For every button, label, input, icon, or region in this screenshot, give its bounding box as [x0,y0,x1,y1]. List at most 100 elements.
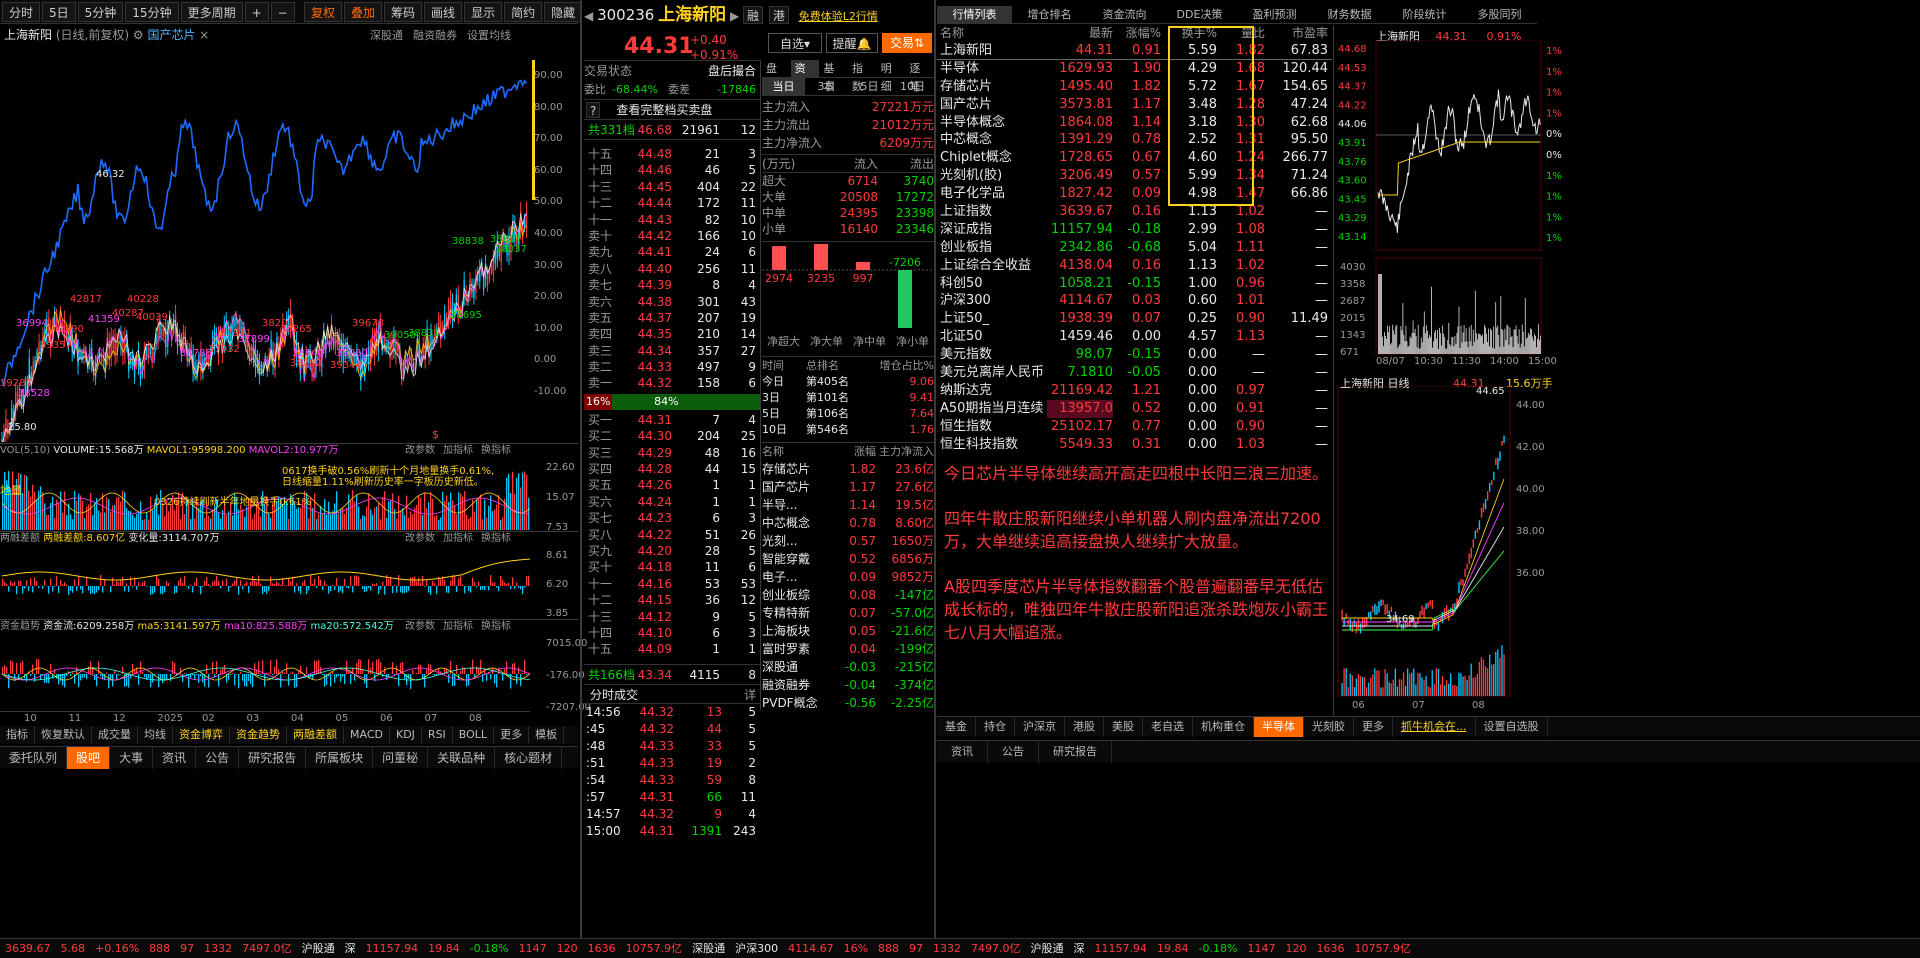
list-row[interactable]: 上海新阳 44.31 0.91 5.59 1.82 67.83 [937,42,1332,60]
group-tab-0[interactable]: 基金 [937,717,976,737]
sell-row[interactable]: 十二 44.44 172 11 [584,195,760,211]
indicator-tab-12[interactable]: 模板 [529,726,565,744]
sell-row[interactable]: 卖二 44.33 497 9 [584,359,760,375]
plus-icon[interactable]: + [244,2,269,22]
group-tab-8[interactable]: 光刻胶 [1304,717,1354,737]
sell-row[interactable]: 卖五 44.37 207 19 [584,310,760,326]
sell-row[interactable]: 十一 44.43 82 10 [584,212,760,228]
indicator-tab-6[interactable]: 两融差额 [287,726,344,744]
close-icon[interactable]: × [199,28,209,42]
next-stock-icon[interactable]: ▶ [730,9,739,23]
list-row[interactable]: 深证成指 11157.94 -0.18 2.99 1.08— [937,221,1332,239]
list-row[interactable]: 沪深300 4114.67 0.03 0.60 1.01— [937,292,1332,310]
fund-btn-2[interactable]: 换指标 [481,621,511,632]
list-tab-2[interactable]: 资金流向 [1087,6,1162,23]
list-head-c[interactable]: 市盈率 [1265,24,1332,42]
period-button-2[interactable]: 5分钟 [77,2,124,22]
flow-tab-0[interactable]: 盘口 [762,60,791,93]
indicator-tab-9[interactable]: RSI [422,726,453,744]
tool-button-3[interactable]: 画线 [424,2,463,22]
buy-row[interactable]: 十一 44.16 53 53 [584,576,760,592]
list-tab-3[interactable]: DDE决策 [1162,6,1237,23]
period-button-4[interactable]: 更多周期 [180,2,243,22]
list-head-c[interactable]: 最新 [1047,24,1113,42]
margin-btn-1[interactable]: 加指标 [443,533,473,544]
buy-row[interactable]: 买九 44.20 28 5 [584,543,760,559]
tool-button-6[interactable]: 隐藏 [544,2,583,22]
buy-row[interactable]: 买六 44.24 1 1 [584,494,760,510]
sell-row[interactable]: 十五 44.48 21 3 [584,146,760,162]
flow-day-0[interactable]: 当日 [762,78,805,95]
buy-row[interactable]: 买八 44.22 51 26 [584,527,760,543]
l2-link[interactable]: 免费体验L2行情 [799,10,878,23]
list-row[interactable]: 国产芯片 3573.81 1.17 3.48 1.28 47.24 [937,96,1332,114]
kline-chart[interactable]: 46.3242817 402284135940287400393699439357… [0,46,578,442]
sect-row[interactable]: 存储芯片 1.82 23.6亿 [762,460,934,478]
list-row[interactable]: 中芯概念 1391.29 0.78 2.52 1.31 95.50 [937,131,1332,149]
info-tab-8[interactable]: 关联品种 [428,747,496,769]
buy-row[interactable]: 买三 44.29 48 16 [584,445,760,461]
info-tab-4[interactable]: 公告 [196,747,240,769]
vol-btn-2[interactable]: 换指标 [481,445,511,456]
full-book-link[interactable]: 查看完整档买卖盘 [602,100,712,119]
list-row[interactable]: 光刻机(胶) 3206.49 0.57 5.99 1.34 71.24 [937,167,1332,185]
list-row[interactable]: 恒生科技指数 5549.33 0.31 0.00 1.03— [937,436,1332,454]
list-tab-4[interactable]: 盈利预测 [1237,6,1312,23]
sell-row[interactable]: 卖八 44.40 256 11 [584,261,760,277]
list-row[interactable]: 恒生指数 25102.17 0.77 0.00 0.90— [937,418,1332,436]
news-tab-2[interactable]: 研究报告 [1039,741,1112,763]
buy-row[interactable]: 买七 44.23 6 3 [584,510,760,526]
indicator-tab-0[interactable]: 指标 [0,726,35,744]
indicator-tab-1[interactable]: 恢复默认 [35,726,92,744]
list-tab-0[interactable]: 行情列表 [937,6,1012,23]
trade-button[interactable]: 交易⇅ [882,33,932,53]
minus-icon[interactable]: − [270,2,295,22]
vol-btn-0[interactable]: 改参数 [405,445,435,456]
period-button-3[interactable]: 15分钟 [125,2,179,22]
sect-row[interactable]: 国产芯片 1.17 27.6亿 [762,478,934,496]
info-tab-3[interactable]: 资讯 [153,747,197,769]
tool-button-2[interactable]: 筹码 [384,2,423,22]
buy-row[interactable]: 十三 44.12 9 5 [584,609,760,625]
sell-row[interactable]: 卖四 44.35 210 14 [584,326,760,342]
group-tab-5[interactable]: 老自选 [1143,717,1193,737]
group-tab-4[interactable]: 美股 [1104,717,1143,737]
full-book-row[interactable]: ? 查看完整档买卖盘 [584,100,760,120]
list-row[interactable]: 美元指数 98.07 -0.15 0.00— — [937,346,1332,364]
tool-button-1[interactable]: 叠加 [344,2,383,22]
buy-row[interactable]: 十五 44.09 1 1 [584,641,760,657]
margin-btn-2[interactable]: 换指标 [481,533,511,544]
info-tab-5[interactable]: 研究报告 [239,747,307,769]
indicator-tab-10[interactable]: BOLL [453,726,495,744]
list-row[interactable]: Chiplet概念 1728.65 0.67 4.60 1.24 266.77 [937,149,1332,167]
daily-chart[interactable]: 44.0042.0040.0038.0036.0044.6534.6906 07 0… [1336,386,1920,716]
indicator-tab-3[interactable]: 均线 [138,726,173,744]
group-tab-11[interactable]: 设置自选股 [1476,717,1548,737]
list-head-c[interactable]: 涨幅% [1113,24,1161,42]
buy-row[interactable]: 买四 44.28 44 15 [584,461,760,477]
group-tab-2[interactable]: 沪深京 [1015,717,1065,737]
trades-detail-button[interactable]: 详 [744,685,760,703]
list-row[interactable]: 上证50_ 1938.39 0.07 0.25 0.90 11.49 [937,310,1332,328]
sect-row[interactable]: 中芯概念 0.78 8.60亿 [762,514,934,532]
prev-stock-icon[interactable]: ◀ [584,9,593,23]
tag-gang[interactable]: 港 [768,6,789,24]
flow-tab-2[interactable]: 基本 [819,60,848,93]
tool-button-4[interactable]: 显示 [464,2,503,22]
indicator-tab-8[interactable]: KDJ [390,726,422,744]
flow-tab-3[interactable]: 指数 [848,60,877,93]
list-row[interactable]: A50期指当月连续 13957.0 0.52 0.00 0.91— [937,399,1332,418]
buy-row[interactable]: 买五 44.26 1 1 [584,477,760,493]
sell-row[interactable]: 十三 44.45 404 22 [584,179,760,195]
list-row[interactable]: 电子化学品 1827.42 0.09 4.98 1.47 66.86 [937,185,1332,203]
info-tab-1[interactable]: 股吧 [67,747,111,769]
group-tab-1[interactable]: 持仓 [976,717,1015,737]
buy-row[interactable]: 十四 44.10 6 3 [584,625,760,641]
indicator-tab-4[interactable]: 资金博弈 [173,726,230,744]
concept-link[interactable]: 国产芯片 [147,28,195,42]
sell-row[interactable]: 十四 44.46 46 5 [584,162,760,178]
info-tab-6[interactable]: 所属板块 [306,747,374,769]
chart-tab-1[interactable]: 融资融券 [413,29,457,42]
indicator-tab-7[interactable]: MACD [344,726,390,744]
tool-button-0[interactable]: 复权 [304,2,343,22]
